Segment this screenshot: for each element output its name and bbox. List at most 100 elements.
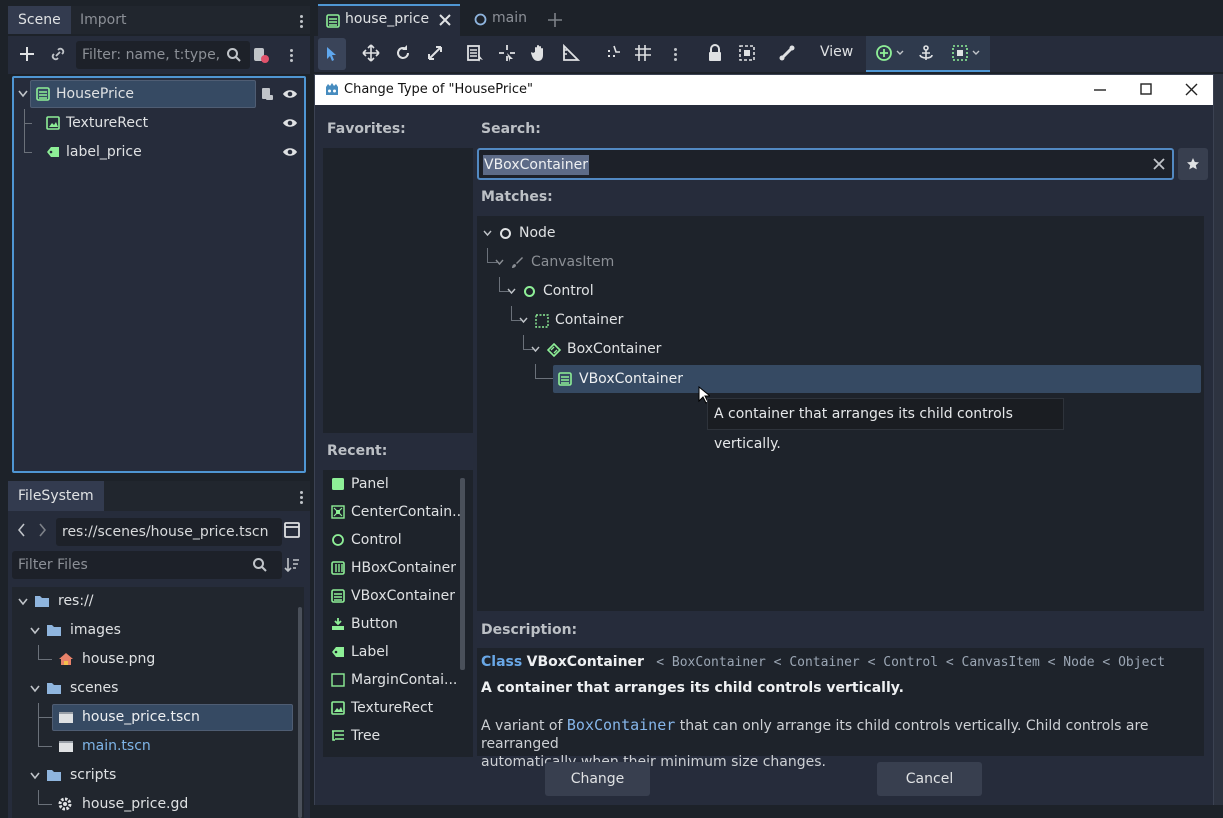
collapse-arrow-icon[interactable] — [531, 346, 540, 353]
tree-node-label-price[interactable]: label_price — [14, 124, 304, 166]
collapse-arrow-icon[interactable] — [30, 685, 40, 693]
grid-snap-icon[interactable] — [634, 44, 654, 64]
vbox-icon — [326, 14, 340, 28]
inherit-link[interactable]: Object — [1118, 655, 1165, 670]
close-icon[interactable] — [1185, 83, 1198, 96]
clear-icon[interactable] — [1153, 158, 1165, 170]
bone-icon[interactable] — [778, 44, 798, 64]
inherit-link[interactable]: Control — [883, 655, 938, 670]
editor-tabbar: house_price main — [314, 4, 1223, 36]
inherit-link[interactable]: BoxContainer — [672, 655, 766, 670]
list-select-icon[interactable] — [466, 44, 486, 64]
recent-scrollbar[interactable] — [460, 478, 465, 670]
favorite-star-button[interactable] — [1178, 148, 1208, 180]
collapse-arrow-icon[interactable] — [30, 627, 40, 635]
link-icon[interactable] — [50, 46, 66, 62]
match-container[interactable]: Container — [477, 306, 1197, 334]
search-input[interactable]: VBoxContainer — [477, 148, 1174, 180]
panel-icon — [331, 477, 345, 491]
container-sizing-icon[interactable] — [952, 45, 968, 61]
tab-filesystem[interactable]: FileSystem — [8, 481, 104, 511]
match-canvasitem[interactable]: CanvasItem — [477, 248, 1197, 276]
fs-item-house-png[interactable]: house.png — [12, 645, 292, 673]
pivot-icon[interactable] — [498, 44, 518, 64]
tab-scene[interactable]: Scene — [8, 6, 71, 34]
attached-script-icon[interactable] — [260, 87, 274, 101]
tab-house-price[interactable]: house_price — [318, 4, 460, 36]
change-type-dialog: Change Type of "HousePrice" Favorites: R… — [314, 74, 1214, 805]
close-icon[interactable] — [439, 14, 451, 26]
ruler-icon[interactable] — [562, 44, 582, 64]
back-arrow-icon[interactable] — [18, 523, 26, 537]
control-icon — [331, 533, 345, 547]
match-boxcontainer[interactable]: BoxContainer — [477, 335, 1197, 363]
chevron-down-icon[interactable] — [972, 50, 980, 56]
match-node[interactable]: Node — [477, 219, 1197, 247]
forward-arrow-icon[interactable] — [38, 523, 46, 537]
dock-menu-icon[interactable] — [300, 13, 304, 30]
fs-item-scripts[interactable]: scripts — [12, 761, 292, 789]
collapse-arrow-icon[interactable] — [519, 317, 528, 324]
fs-item-scenes[interactable]: scenes — [12, 674, 292, 702]
script-filter-icon[interactable] — [252, 46, 270, 64]
visibility-eye-icon[interactable] — [282, 117, 298, 129]
snap-options-icon[interactable] — [674, 46, 678, 63]
tree-node-texturerect[interactable]: TextureRect — [14, 109, 304, 137]
chevron-down-icon[interactable] — [896, 50, 904, 56]
fs-item-main-tscn[interactable]: main.tscn — [12, 718, 292, 760]
inherit-link[interactable]: Container — [789, 655, 859, 670]
pan-hand-icon[interactable] — [530, 44, 550, 64]
match-control[interactable]: Control — [477, 277, 1197, 305]
sort-icon[interactable] — [284, 556, 300, 574]
recent-label: Recent: — [327, 443, 388, 459]
fs-scrollbar[interactable] — [298, 607, 302, 818]
smart-snap-icon[interactable] — [604, 44, 624, 64]
godot-logo-icon — [324, 82, 340, 97]
add-anchor-icon[interactable] — [876, 45, 892, 61]
collapse-arrow-icon[interactable] — [507, 288, 516, 295]
lock-icon[interactable] — [706, 44, 726, 64]
visibility-eye-icon[interactable] — [282, 88, 298, 100]
scene-menu-icon[interactable] — [290, 47, 294, 64]
filter-files-input[interactable]: Filter Files — [12, 551, 282, 579]
fs-item-res[interactable]: res:// — [12, 587, 292, 615]
view-menu[interactable]: View — [820, 44, 853, 60]
visibility-eye-icon[interactable] — [282, 146, 298, 158]
anchor-icon[interactable] — [918, 45, 934, 61]
tab-main[interactable]: main — [464, 4, 544, 36]
dialog-titlebar[interactable]: Change Type of "HousePrice" — [315, 75, 1213, 105]
scale-icon[interactable] — [426, 44, 446, 64]
scene-filter-input[interactable]: Filter: name, t:type, — [76, 41, 250, 69]
split-view-icon[interactable] — [284, 522, 300, 538]
cancel-button[interactable]: Cancel — [877, 762, 982, 796]
favorites-list[interactable] — [323, 148, 473, 433]
inherit-link[interactable]: CanvasItem — [962, 655, 1040, 670]
dock-menu-icon[interactable] — [300, 489, 304, 506]
path-input[interactable]: res://scenes/house_price.tscn — [56, 518, 282, 546]
add-node-icon[interactable] — [18, 45, 36, 63]
add-tab-icon[interactable] — [548, 13, 562, 27]
match-vboxcontainer[interactable]: VBoxContainer — [477, 364, 1201, 393]
collapse-arrow-icon[interactable] — [495, 259, 504, 266]
rotate-icon[interactable] — [394, 44, 414, 64]
collapse-arrow-icon[interactable] — [483, 230, 492, 237]
box-container-icon — [547, 343, 561, 357]
tab-import[interactable]: Import — [70, 6, 136, 34]
fs-item-house-price-tscn[interactable]: house_price.tscn — [12, 703, 296, 731]
collapse-arrow-icon[interactable] — [18, 90, 28, 98]
change-button[interactable]: Change — [545, 762, 650, 796]
minimize-icon[interactable] — [1094, 89, 1106, 91]
collapse-arrow-icon[interactable] — [18, 598, 28, 606]
group-icon[interactable] — [738, 44, 758, 64]
label-icon — [46, 146, 60, 158]
collapse-arrow-icon[interactable] — [30, 772, 40, 780]
inherit-link[interactable]: Node — [1063, 655, 1094, 670]
desc-link[interactable]: BoxContainer — [567, 716, 675, 734]
search-icon — [252, 557, 268, 573]
select-mode-button[interactable] — [318, 38, 346, 70]
tree-node-houseprice[interactable]: HousePrice — [14, 80, 304, 108]
maximize-icon[interactable] — [1140, 83, 1152, 95]
fs-item-house-price-gd[interactable]: house_price.gd — [12, 790, 292, 818]
move-icon[interactable] — [362, 44, 382, 64]
fs-item-images[interactable]: images — [12, 616, 292, 644]
